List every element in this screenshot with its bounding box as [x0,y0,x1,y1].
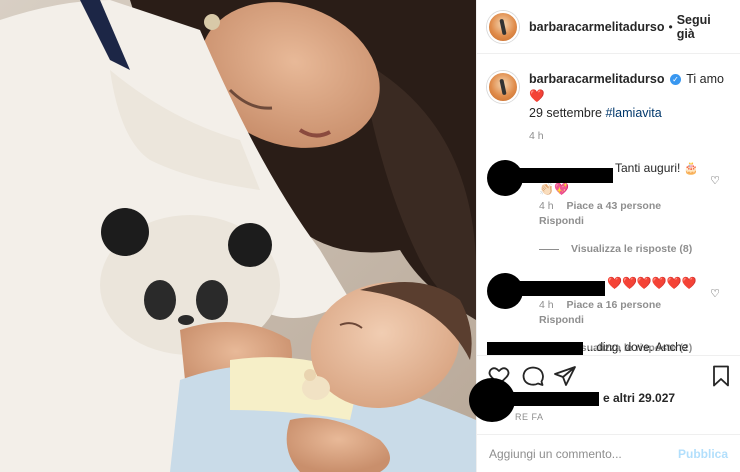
comment-item: ❤️❤️❤️❤️❤️❤️ ♡ [487,273,730,309]
post-side-panel: barbaracarmelitadurso • Segui già barbar… [469,0,740,472]
comment-item: Tanti auguri! 🎂 ♡ [487,160,730,196]
view-replies-button[interactable]: Visualizza le risposte (8) [539,243,730,255]
paper-plane-icon[interactable] [553,364,577,388]
view-replies-label: Visualizza le risposte (8) [571,243,693,255]
add-comment-bar: Pubblica [477,434,740,472]
comment-input[interactable] [489,446,678,461]
partial-comment-text: ...ding, dove. Anche [587,342,689,354]
caption-username[interactable]: barbaracarmelitadurso [529,72,664,86]
redacted-username [509,281,605,296]
separator-dot: • [668,19,673,34]
following-button[interactable]: Segui già [677,13,730,41]
redacted-username [507,392,599,406]
caption-text: barbaracarmelitadurso ✓ Ti amo ❤️ 29 sett… [529,71,730,122]
verified-badge-icon: ✓ [669,74,681,86]
comment-time: 4 h [539,200,554,212]
comment-like-heart-icon[interactable]: ♡ [710,174,720,187]
comment-likes-count[interactable]: Piace a 43 persone [567,200,662,212]
redacted-username [509,168,613,183]
reply-button[interactable]: Rispondi [539,314,730,326]
author-username[interactable]: barbaracarmelitadurso [529,20,664,34]
partial-comment: ...ding, dove. Anche [487,342,707,355]
comments-section[interactable]: barbaracarmelitadurso ✓ Ti amo ❤️ 29 sett… [477,55,740,355]
comment-meta: 4 h Piace a 43 persone [539,200,730,212]
comment-bubble-icon[interactable] [521,364,545,388]
comment-text: Tanti auguri! 🎂 [615,161,699,175]
likes-count-text[interactable]: e altri 29.027 [603,391,675,405]
publish-button[interactable]: Pubblica [678,447,728,461]
post-photo-illustration [0,0,476,472]
reply-button[interactable]: Rispondi [539,215,730,227]
caption-hashtag[interactable]: #lamiavita [605,106,661,120]
author-avatar[interactable] [487,10,519,43]
red-heart-emoji: ❤️ [529,89,545,103]
comment-like-heart-icon[interactable]: ♡ [710,287,720,300]
bookmark-icon[interactable] [709,364,733,388]
caption-avatar[interactable] [487,71,519,103]
caption-date: 29 settembre [529,106,602,120]
replies-divider-line [539,248,559,250]
redacted-username [487,342,583,355]
post-photo[interactable] [0,0,476,472]
post-caption: barbaracarmelitadurso ✓ Ti amo ❤️ 29 sett… [487,71,730,122]
caption-time: 4 h [529,130,544,142]
post-header: barbaracarmelitadurso • Segui già [477,0,740,54]
comment-text: ❤️❤️❤️❤️❤️❤️ [607,276,697,290]
likes-summary[interactable]: e altri 29.027 [469,378,740,422]
caption-message: Ti amo [686,72,724,86]
post-timestamp: RE FA [515,412,544,422]
